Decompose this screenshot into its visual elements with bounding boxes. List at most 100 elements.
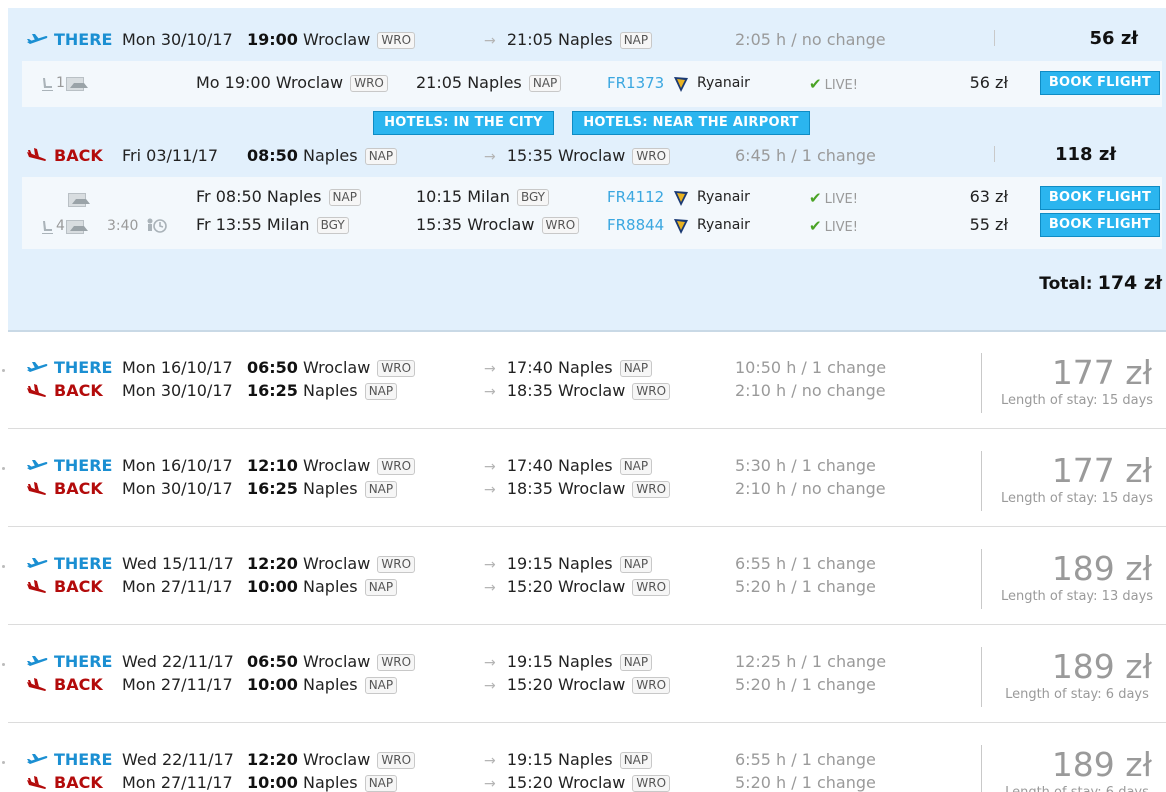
airport-code: NAP xyxy=(328,189,361,206)
outbound-duration: 10:50 h / 1 change xyxy=(735,358,887,377)
segment-row: Mo 19:00 Wroclaw WRO 21:05 Naples NAP FR… xyxy=(22,61,1162,107)
arrow-right-icon: → xyxy=(484,557,496,573)
arrow-right-icon: → xyxy=(484,149,496,165)
bullet-dot xyxy=(2,467,5,470)
return-price: 118 zł xyxy=(1055,144,1116,165)
departure-city: Wroclaw xyxy=(303,30,371,49)
expanded-result-card: THERE Mon 30/10/17 19:00 Wroclaw WRO → 2… xyxy=(8,8,1166,332)
flight-number-link[interactable]: FR4112 xyxy=(607,188,664,206)
segment-price: 63 zł xyxy=(969,187,1008,206)
outbound-date: Mon 30/10/17 xyxy=(122,30,233,49)
bullet-dot xyxy=(2,565,5,568)
plane-landing-icon xyxy=(27,148,46,161)
airport-code: BGY xyxy=(316,217,349,234)
airline-name: Ryanair xyxy=(697,217,750,233)
arrow-right-icon: → xyxy=(484,384,496,400)
arrival-time: 15:20 xyxy=(506,773,553,792)
departure-time: 12:10 xyxy=(247,456,298,475)
arrival-time: 15:20 xyxy=(506,577,553,596)
departure-time: 16:25 xyxy=(247,381,298,400)
outbound-date: Wed 22/11/17 xyxy=(122,750,234,769)
outbound-departure: 12:10 Wroclaw WRO xyxy=(247,456,416,475)
live-label: LIVE! xyxy=(824,220,858,235)
result-row[interactable]: THERE Wed 15/11/17 12:20 Wroclaw WRO → 1… xyxy=(2,529,1166,625)
airport-code: WRO xyxy=(632,775,671,792)
return-label: BACK xyxy=(54,773,103,792)
divider xyxy=(994,146,995,162)
plane-takeoff-icon xyxy=(27,362,48,372)
live-status: ✔ LIVE! xyxy=(809,75,858,93)
airport-code: BGY xyxy=(516,189,549,206)
length-of-stay: Length of stay: 15 days xyxy=(1000,393,1154,408)
departure-time: 16:25 xyxy=(247,479,298,498)
airport-code: WRO xyxy=(632,383,671,400)
airport-code: WRO xyxy=(632,148,671,165)
airport-code: WRO xyxy=(632,481,671,498)
arrow-right-icon: → xyxy=(484,361,496,377)
return-duration: 6:45 h / 1 change xyxy=(735,146,876,165)
live-status: ✔ LIVE! xyxy=(809,217,858,235)
check-icon: ✔ xyxy=(809,217,822,235)
departure-city: Wroclaw xyxy=(303,554,371,573)
return-duration: 5:20 h / 1 change xyxy=(735,773,876,792)
flight-number-link[interactable]: FR1373 xyxy=(607,74,664,92)
outbound-summary-row[interactable]: THERE Mon 30/10/17 19:00 Wroclaw WRO → 2… xyxy=(8,26,1166,54)
return-date: Mon 27/11/17 xyxy=(122,773,233,792)
return-departure: 16:25 Naples NAP xyxy=(247,381,398,400)
result-row[interactable]: THERE Wed 22/11/17 12:20 Wroclaw WRO → 1… xyxy=(2,725,1166,792)
departure-city: Wroclaw xyxy=(303,652,371,671)
arrival-city: Naples xyxy=(558,358,613,377)
airport-code: WRO xyxy=(377,458,416,475)
return-summary-row[interactable]: BACK Fri 03/11/17 08:50 Naples NAP → 15:… xyxy=(8,141,1166,169)
outbound-date: Mon 16/10/17 xyxy=(122,456,233,475)
arrow-right-icon: → xyxy=(484,678,496,694)
segment-arrival-text: 15:35 Wroclaw xyxy=(416,215,535,234)
arrival-city: Wroclaw xyxy=(558,675,626,694)
hotels-near-airport-button[interactable]: HOTELS: NEAR THE AIRPORT xyxy=(572,111,810,135)
bullet-dot xyxy=(2,369,5,372)
arrival-city: Naples xyxy=(558,456,613,475)
plane-landing-icon xyxy=(27,580,46,593)
result-row[interactable]: THERE Wed 22/11/17 06:50 Wroclaw WRO → 1… xyxy=(2,627,1166,723)
airport-code: NAP xyxy=(619,32,653,49)
airport-code: NAP xyxy=(619,752,653,769)
departure-time: 06:50 xyxy=(247,652,298,671)
airline-name: Ryanair xyxy=(697,75,750,91)
length-of-stay: Length of stay: 15 days xyxy=(1000,491,1154,506)
return-arrival: → 15:20 Wroclaw WRO xyxy=(484,675,671,694)
outbound-duration: 5:30 h / 1 change xyxy=(735,456,876,475)
outbound-arrival: → 21:05 Naples NAP xyxy=(484,30,653,49)
hotels-in-city-button[interactable]: HOTELS: IN THE CITY xyxy=(373,111,554,135)
arrival-city: Wroclaw xyxy=(558,577,626,596)
airport-code: WRO xyxy=(377,752,416,769)
airport-code: NAP xyxy=(619,458,653,475)
outbound-departure: 19:00 Wroclaw WRO xyxy=(247,30,416,49)
result-row[interactable]: THERE Mon 16/10/17 12:10 Wroclaw WRO → 1… xyxy=(2,431,1166,527)
segment-arrival-text: 10:15 Milan xyxy=(416,187,510,206)
outbound-duration: 6:55 h / 1 change xyxy=(735,750,876,769)
return-departure: 10:00 Naples NAP xyxy=(247,577,398,596)
arrival-time: 17:40 xyxy=(506,456,553,475)
arrival-city: Wroclaw xyxy=(558,773,626,792)
segment-departure: Mo 19:00 Wroclaw WRO xyxy=(196,73,388,92)
airport-code: WRO xyxy=(377,360,416,377)
arrival-city: Wroclaw xyxy=(558,479,626,498)
ryanair-harp-icon xyxy=(674,219,688,234)
arrow-right-icon: → xyxy=(484,580,496,596)
divider xyxy=(981,549,982,609)
outbound-arrival: → 19:15 Naples NAP xyxy=(484,750,653,769)
segment-departure-text: Fr 08:50 Naples xyxy=(196,187,322,206)
outbound-arrival: → 19:15 Naples NAP xyxy=(484,652,653,671)
result-row[interactable]: THERE Mon 16/10/17 06:50 Wroclaw WRO → 1… xyxy=(2,333,1166,429)
return-departure: 16:25 Naples NAP xyxy=(247,479,398,498)
flight-number-link[interactable]: FR8844 xyxy=(607,216,664,234)
return-departure: 10:00 Naples NAP xyxy=(247,773,398,792)
segment-arrival-text: 21:05 Naples xyxy=(416,73,522,92)
plane-takeoff-icon xyxy=(27,656,48,666)
return-arrival: → 15:20 Wroclaw WRO xyxy=(484,773,671,792)
book-flight-button[interactable]: BOOK FLIGHT xyxy=(1040,213,1160,237)
plane-landing-icon xyxy=(27,482,46,495)
plane-takeoff-icon xyxy=(27,34,48,44)
book-flight-button[interactable]: BOOK FLIGHT xyxy=(1040,71,1160,95)
outbound-arrival: → 17:40 Naples NAP xyxy=(484,456,653,475)
